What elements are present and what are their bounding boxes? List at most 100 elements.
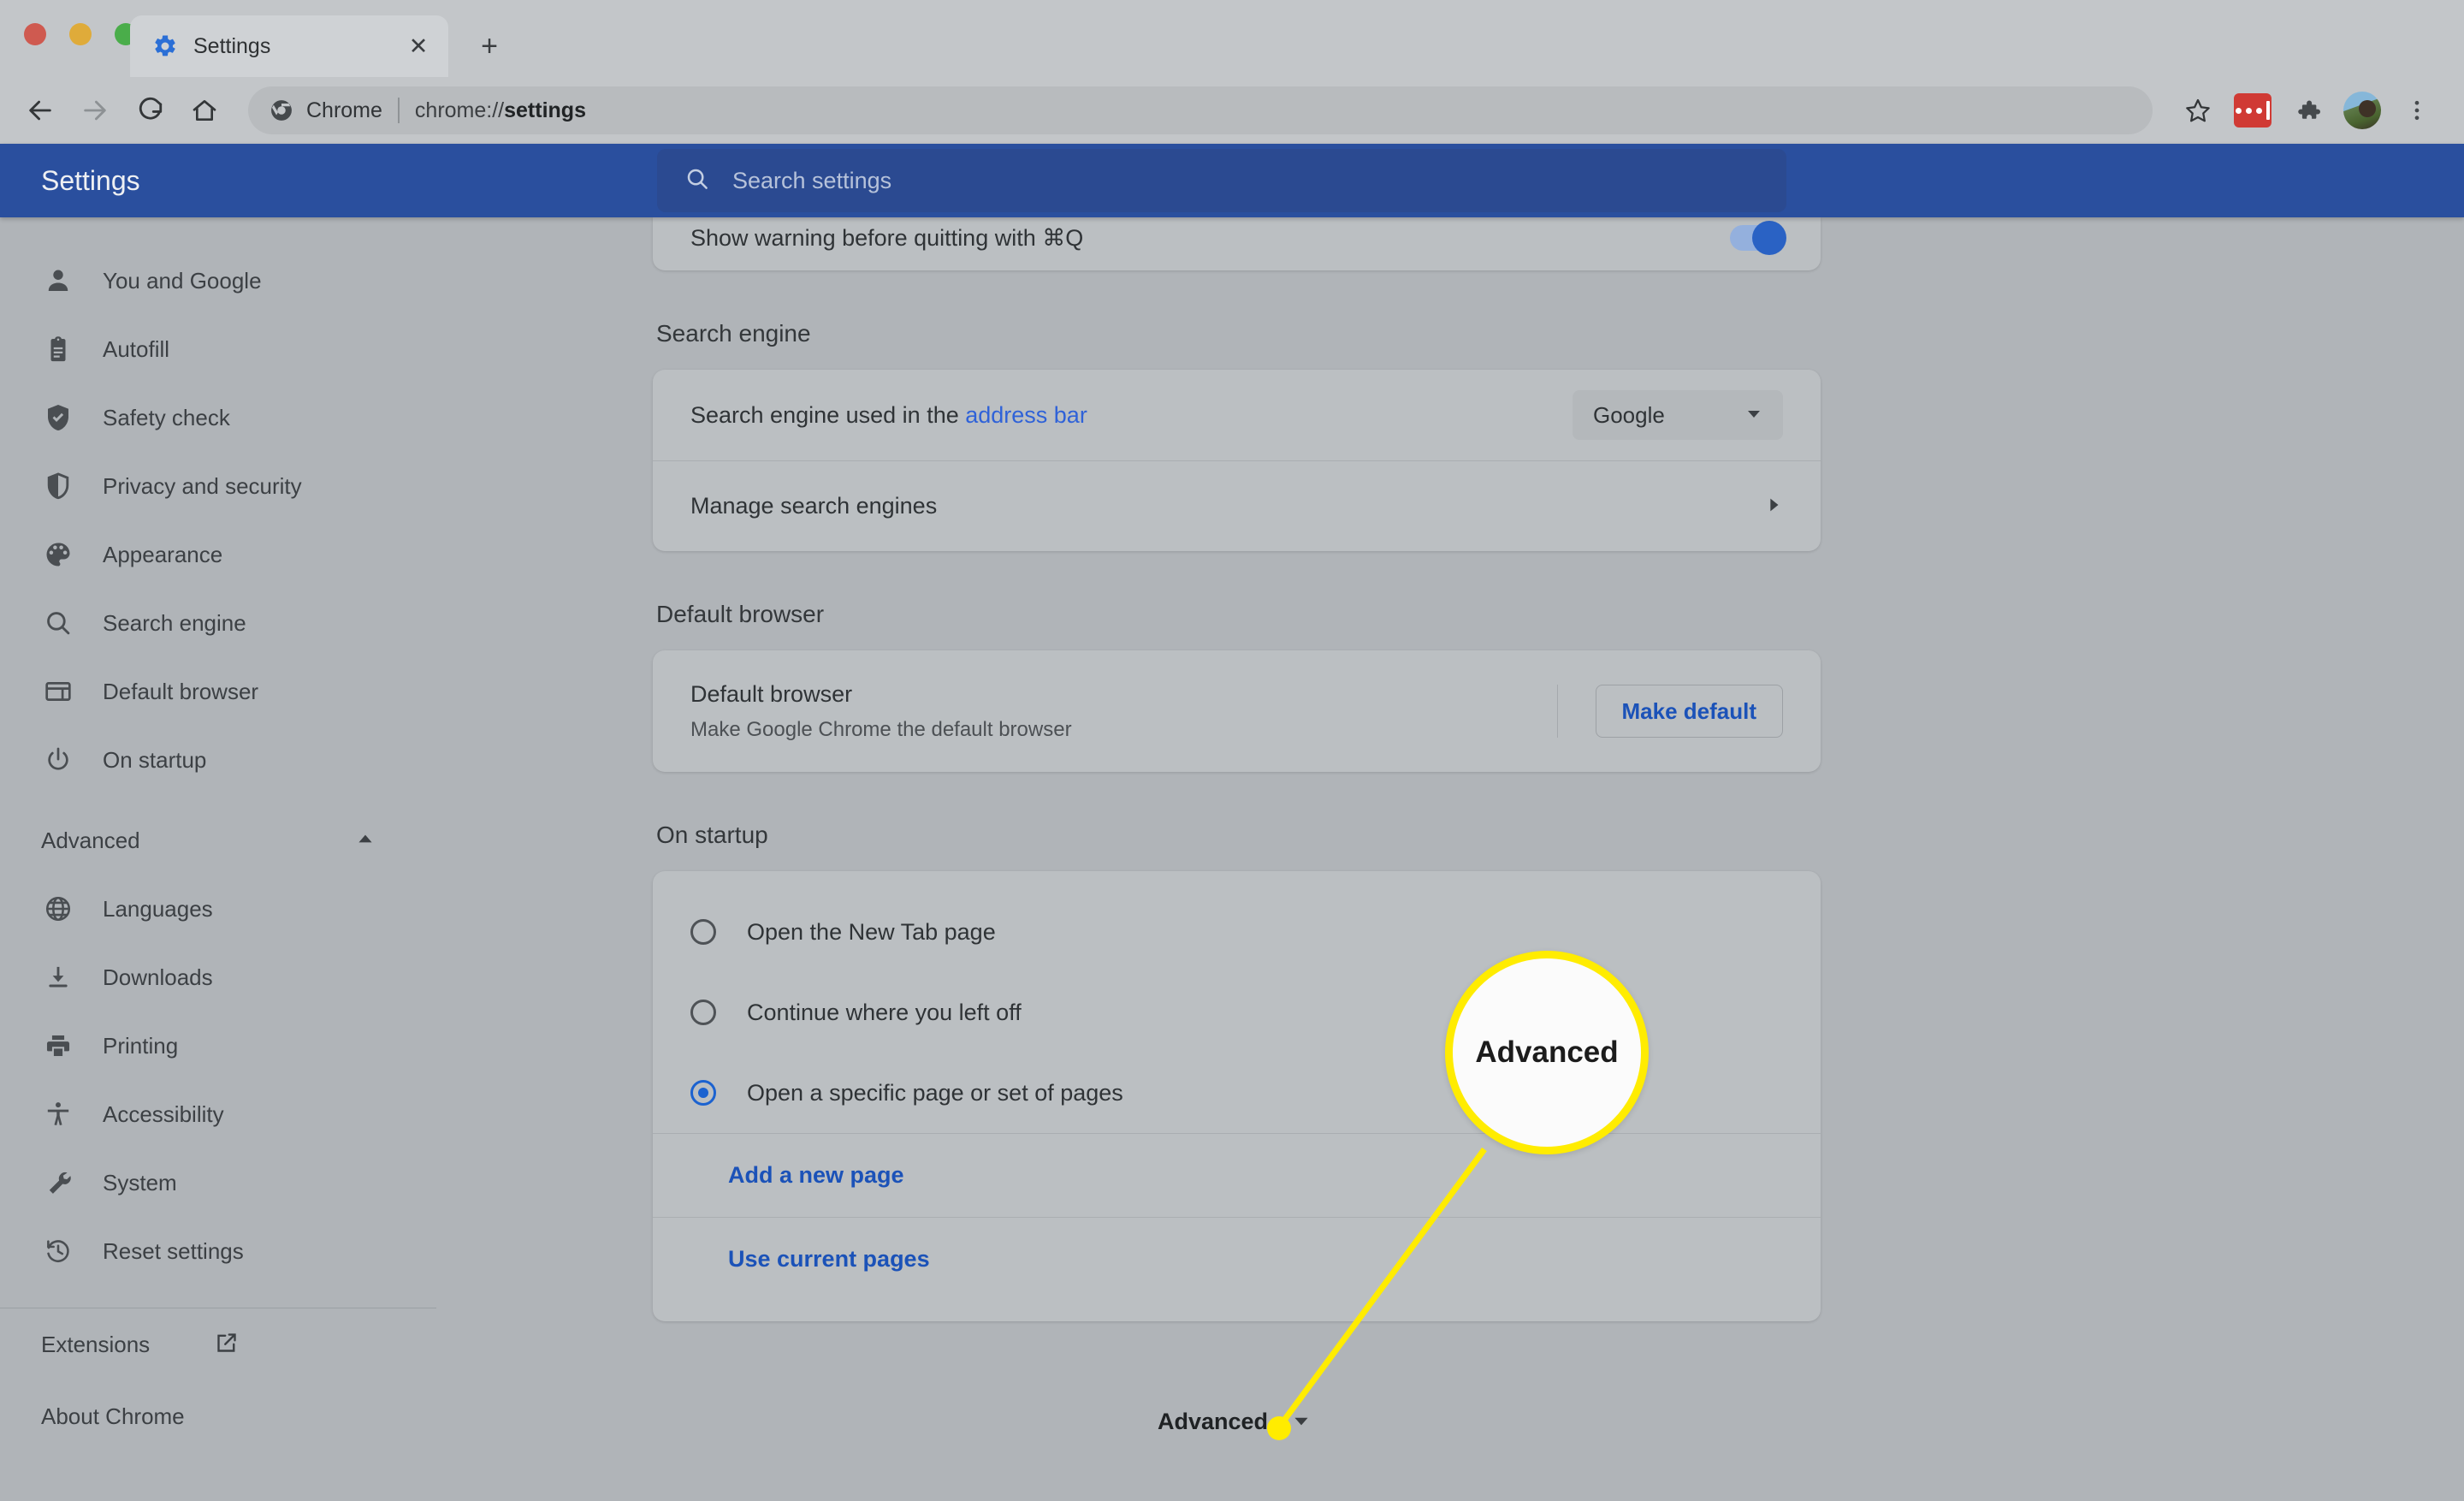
radio-row-new-tab-page[interactable]: Open the New Tab page — [653, 892, 1821, 972]
sidebar-item-label: Accessibility — [103, 1101, 224, 1127]
browser-toolbar: Chrome chrome://settings — [0, 77, 2464, 144]
chrome-icon — [270, 99, 293, 122]
sidebar-item-label: Reset settings — [103, 1237, 244, 1264]
use-current-pages-link[interactable]: Use current pages — [728, 1246, 930, 1273]
new-tab-button[interactable]: + — [472, 29, 506, 63]
sidebar-item-label: System — [103, 1169, 177, 1195]
sidebar-item-accessibility[interactable]: Accessibility — [0, 1080, 436, 1148]
avatar — [2343, 92, 2381, 129]
add-a-new-page-link[interactable]: Add a new page — [728, 1162, 904, 1189]
home-icon[interactable] — [180, 86, 229, 135]
quit-warning-toggle[interactable] — [1730, 221, 1786, 255]
back-icon[interactable] — [15, 86, 65, 135]
sidebar-item-downloads[interactable]: Downloads — [0, 943, 436, 1012]
address-bar[interactable]: Chrome chrome://settings — [248, 86, 2153, 134]
radio-label: Open the New Tab page — [747, 918, 996, 945]
sidebar-item-about-chrome[interactable]: About Chrome — [0, 1380, 436, 1452]
radio-button[interactable] — [690, 1000, 716, 1025]
sidebar-item-system[interactable]: System — [0, 1148, 436, 1217]
advanced-footer-label: Advanced — [1158, 1409, 1269, 1434]
card-on-startup: Open the New Tab page Continue where you… — [653, 871, 1821, 1321]
settings-header: Settings Search settings — [0, 144, 2464, 217]
window-traffic-lights — [24, 23, 137, 45]
sidebar-item-languages[interactable]: Languages — [0, 875, 436, 943]
settings-body: You and Google Autofill Safety check Pri… — [0, 217, 2464, 1501]
sidebar-item-label: Languages — [103, 895, 213, 922]
profile-avatar[interactable] — [2337, 86, 2387, 135]
section-title-default-browser: Default browser — [656, 601, 825, 627]
chevron-down-icon[interactable] — [1290, 1409, 1312, 1435]
url-prefix: chrome:// — [414, 98, 505, 122]
row-add-a-new-page[interactable]: Add a new page — [653, 1133, 1821, 1217]
section-title-on-startup: On startup — [656, 822, 768, 848]
reload-icon[interactable] — [125, 86, 175, 135]
sidebar-item-label: Default browser — [103, 678, 259, 704]
power-icon — [41, 743, 75, 777]
sidebar-item-you-and-google[interactable]: You and Google — [0, 246, 436, 315]
browser-window-icon — [41, 674, 75, 709]
person-icon — [41, 264, 75, 298]
site-chip-label: Chrome — [306, 98, 382, 122]
sidebar-item-label: On startup — [103, 746, 207, 773]
row-manage-search-engines[interactable]: Manage search engines — [653, 460, 1821, 551]
sidebar-item-label: Privacy and security — [103, 472, 302, 499]
callout-anchor-dot — [1267, 1416, 1291, 1440]
row-use-current-pages[interactable]: Use current pages — [653, 1217, 1821, 1301]
close-icon[interactable]: ✕ — [404, 32, 433, 61]
sidebar-item-label: Downloads — [103, 964, 213, 990]
palette-icon — [41, 537, 75, 572]
radio-button-selected[interactable] — [690, 1080, 716, 1106]
sidebar-group-advanced[interactable]: Advanced — [0, 806, 436, 875]
download-icon — [41, 960, 75, 994]
search-icon — [41, 606, 75, 640]
chevron-right-icon — [1764, 494, 1783, 519]
row-quit-warning[interactable]: Show warning before quitting with ⌘Q — [653, 217, 1821, 270]
sidebar-item-default-browser[interactable]: Default browser — [0, 657, 436, 726]
globe-icon — [41, 892, 75, 926]
sidebar-item-extensions[interactable]: Extensions — [0, 1308, 436, 1380]
printer-icon — [41, 1029, 75, 1063]
row-subtitle: Make Google Chrome the default browser — [690, 717, 1072, 741]
row-search-engine-address-bar[interactable]: Search engine used in the address bar Go… — [653, 370, 1821, 460]
sidebar-item-printing[interactable]: Printing — [0, 1012, 436, 1080]
sidebar-item-autofill[interactable]: Autofill — [0, 315, 436, 383]
red-extension-icon[interactable] — [2228, 86, 2277, 135]
tab-title: Settings — [193, 33, 271, 58]
callout-bubble-advanced: Advanced — [1445, 951, 1649, 1154]
close-window-button[interactable] — [24, 23, 46, 45]
page-title: Settings — [41, 164, 140, 196]
puzzle-icon[interactable] — [2283, 86, 2332, 135]
make-default-button[interactable]: Make default — [1595, 685, 1783, 738]
tab-strip: Settings ✕ + — [0, 0, 2464, 77]
radio-button[interactable] — [690, 919, 716, 945]
sidebar-item-label: Search engine — [103, 609, 246, 636]
sidebar-item-label: About Chrome — [41, 1403, 185, 1429]
sidebar-item-privacy-and-security[interactable]: Privacy and security — [0, 452, 436, 520]
search-engine-select[interactable]: Google — [1573, 390, 1783, 440]
card-default-browser: Default browser Make Google Chrome the d… — [653, 650, 1821, 772]
card-search-engine: Search engine used in the address bar Go… — [653, 370, 1821, 551]
omnibox-divider — [397, 98, 400, 123]
external-link-icon[interactable] — [214, 1330, 240, 1360]
site-chip: Chrome — [270, 98, 382, 123]
row-label: Search engine used in the address bar — [690, 402, 1087, 429]
history-restore-icon — [41, 1234, 75, 1268]
sidebar-item-reset-settings[interactable]: Reset settings — [0, 1217, 436, 1285]
sidebar-item-search-engine[interactable]: Search engine — [0, 589, 436, 657]
sidebar-item-on-startup[interactable]: On startup — [0, 726, 436, 794]
search-engine-selected-value: Google — [1593, 401, 1665, 428]
radio-label: Continue where you left off — [747, 999, 1022, 1025]
sidebar-item-label: Safety check — [103, 404, 230, 430]
chevron-up-icon[interactable] — [354, 828, 376, 854]
search-settings-input[interactable]: Search settings — [657, 149, 1786, 212]
three-dot-menu-icon[interactable] — [2392, 86, 2442, 135]
sidebar-item-safety-check[interactable]: Safety check — [0, 383, 436, 452]
accessibility-icon — [41, 1097, 75, 1131]
forward-icon[interactable] — [70, 86, 120, 135]
address-bar-link[interactable]: address bar — [965, 402, 1087, 428]
sidebar-item-appearance[interactable]: Appearance — [0, 520, 436, 589]
bookmark-star-icon[interactable] — [2173, 86, 2223, 135]
browser-tab-settings[interactable]: Settings ✕ — [130, 15, 448, 77]
wrench-icon — [41, 1166, 75, 1200]
minimize-window-button[interactable] — [69, 23, 92, 45]
